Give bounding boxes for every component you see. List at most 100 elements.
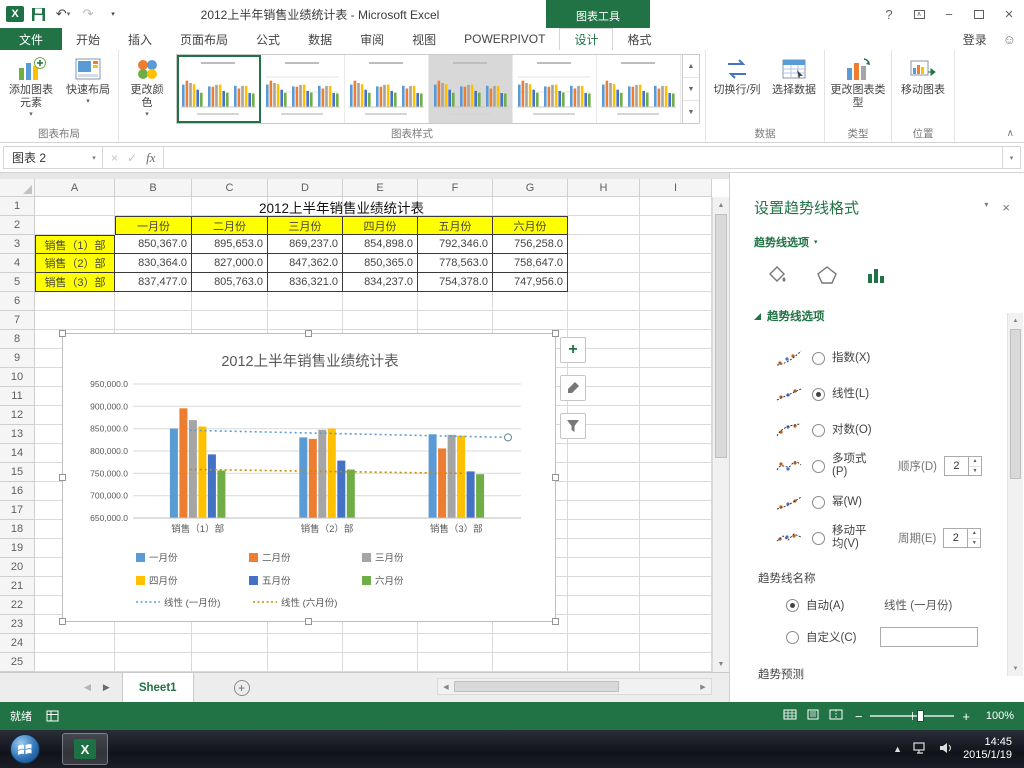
row-header-10[interactable]: 10 [0, 368, 35, 387]
trend-option-0[interactable]: 指数(X) [730, 340, 1024, 376]
cell-I23[interactable] [640, 615, 712, 634]
row-header-19[interactable]: 19 [0, 539, 35, 558]
cell-A1[interactable] [35, 197, 115, 216]
column-header-D[interactable]: D [268, 179, 343, 197]
cell-I4[interactable] [640, 254, 712, 273]
ribbon-tab-公式[interactable]: 公式 [242, 28, 294, 50]
ribbon-tab-视图[interactable]: 视图 [398, 28, 450, 50]
trend-option-radio-0[interactable] [812, 351, 825, 365]
row-header-25[interactable]: 25 [0, 653, 35, 672]
help-icon[interactable]: ? [874, 0, 904, 28]
trend-option-5[interactable]: 移动平均(V) 周期(E) 2 ▲ ▼ [730, 520, 1024, 556]
qat-customize-icon[interactable]: ▾ [102, 4, 124, 24]
cell-E3[interactable]: 854,898.0 [343, 235, 418, 254]
spinner-3[interactable]: 2 ▲ ▼ [943, 456, 982, 476]
trend-option-radio-5[interactable] [812, 531, 825, 545]
cell-I2[interactable] [640, 216, 712, 235]
cell-F24[interactable] [418, 634, 493, 653]
horizontal-scroll-thumb[interactable] [454, 681, 619, 692]
cell-H19[interactable] [568, 539, 640, 558]
insert-function-icon[interactable]: fx [146, 150, 155, 166]
column-header-H[interactable]: H [568, 179, 640, 197]
close-icon[interactable]: × [994, 0, 1024, 28]
scroll-down-icon[interactable]: ▼ [713, 656, 729, 672]
cell-I21[interactable] [640, 577, 712, 596]
new-sheet-icon[interactable]: + [233, 679, 250, 696]
add-chart-element-button[interactable]: 添加图表元素 ▾ [2, 51, 60, 125]
effects-tab-icon[interactable] [816, 265, 838, 288]
cell-H4[interactable] [568, 254, 640, 273]
chart-resize-handle[interactable] [552, 618, 559, 625]
cell-E24[interactable] [343, 634, 418, 653]
gallery-more-icon[interactable]: ▼ [683, 101, 699, 123]
row-header-1[interactable]: 1 [0, 197, 35, 216]
cell-I12[interactable] [640, 406, 712, 425]
feedback-smiley-icon[interactable]: ☺ [1003, 28, 1024, 50]
cell-G24[interactable] [493, 634, 568, 653]
pane-scroll-thumb[interactable] [1010, 329, 1021, 479]
page-layout-view-icon[interactable] [806, 709, 820, 723]
spinner-up-icon[interactable]: ▲ [968, 457, 981, 467]
cell-C3[interactable]: 895,653.0 [192, 235, 268, 254]
cell-I14[interactable] [640, 444, 712, 463]
maximize-icon[interactable] [964, 0, 994, 28]
cell-D7[interactable] [268, 311, 343, 330]
cell-I19[interactable] [640, 539, 712, 558]
pane-scroll-down-icon[interactable]: ▼ [1008, 661, 1023, 676]
cell-E25[interactable] [343, 653, 418, 672]
cell-C25[interactable] [192, 653, 268, 672]
row-header-15[interactable]: 15 [0, 463, 35, 482]
cell-E2[interactable]: 四月份 [343, 216, 418, 235]
cancel-formula-icon[interactable]: × [111, 151, 118, 165]
row-header-20[interactable]: 20 [0, 558, 35, 577]
cell-I25[interactable] [640, 653, 712, 672]
cell-A5[interactable]: 销售（3）部 [35, 273, 115, 292]
select-data-button[interactable]: 选择数据 [766, 51, 822, 125]
spinner-down-icon[interactable]: ▼ [969, 467, 981, 476]
cell-B5[interactable]: 837,477.0 [115, 273, 192, 292]
cell-I13[interactable] [640, 425, 712, 444]
select-all-corner[interactable] [0, 179, 35, 197]
trend-option-4[interactable]: 幂(W) [730, 484, 1024, 520]
pane-scroll-up-icon[interactable]: ▲ [1008, 313, 1023, 328]
cell-F5[interactable]: 754,378.0 [418, 273, 493, 292]
column-header-E[interactable]: E [343, 179, 418, 197]
cell-B6[interactable] [115, 292, 192, 311]
cell-I7[interactable] [640, 311, 712, 330]
trend-option-radio-4[interactable] [812, 495, 825, 509]
column-header-I[interactable]: I [640, 179, 712, 197]
cell-H6[interactable] [568, 292, 640, 311]
change-chart-type-button[interactable]: 更改图表类型 [827, 51, 889, 125]
chart-style-2[interactable] [261, 55, 345, 123]
row-header-2[interactable]: 2 [0, 216, 35, 235]
cell-C5[interactable]: 805,763.0 [192, 273, 268, 292]
tray-expand-icon[interactable]: ▲ [893, 744, 902, 754]
trendline-options-section-header[interactable]: 趋势线选项 [754, 308, 1000, 324]
column-header-C[interactable]: C [192, 179, 268, 197]
cell-B24[interactable] [115, 634, 192, 653]
taskbar-clock[interactable]: 14:45 2015/1/19 [963, 736, 1012, 762]
network-icon[interactable] [912, 741, 928, 758]
trendline-name-auto-option[interactable]: 自动(A) 线性 (一月份) [730, 592, 1024, 618]
cell-H2[interactable] [568, 216, 640, 235]
cell-I6[interactable] [640, 292, 712, 311]
row-header-12[interactable]: 12 [0, 406, 35, 425]
cell-E7[interactable] [343, 311, 418, 330]
trendline-name-custom-option[interactable]: 自定义(C) [730, 624, 1024, 650]
row-header-11[interactable]: 11 [0, 387, 35, 406]
horizontal-scrollbar[interactable]: ◀ ▶ [437, 678, 712, 695]
ribbon-tab-插入[interactable]: 插入 [114, 28, 166, 50]
cell-I24[interactable] [640, 634, 712, 653]
formula-input[interactable] [164, 146, 1003, 169]
spinner-5[interactable]: 2 ▲ ▼ [943, 528, 982, 548]
normal-view-icon[interactable] [783, 709, 797, 723]
row-header-13[interactable]: 13 [0, 425, 35, 444]
spinner-value-3[interactable]: 2 [945, 457, 968, 475]
cell-F6[interactable] [418, 292, 493, 311]
redo-icon[interactable]: ↷ [77, 4, 99, 24]
file-tab[interactable]: 文件 [0, 28, 62, 50]
spinner-up-icon[interactable]: ▲ [968, 529, 981, 539]
chart-resize-handle[interactable] [305, 618, 312, 625]
cell-A4[interactable]: 销售（2）部 [35, 254, 115, 273]
cell-H5[interactable] [568, 273, 640, 292]
